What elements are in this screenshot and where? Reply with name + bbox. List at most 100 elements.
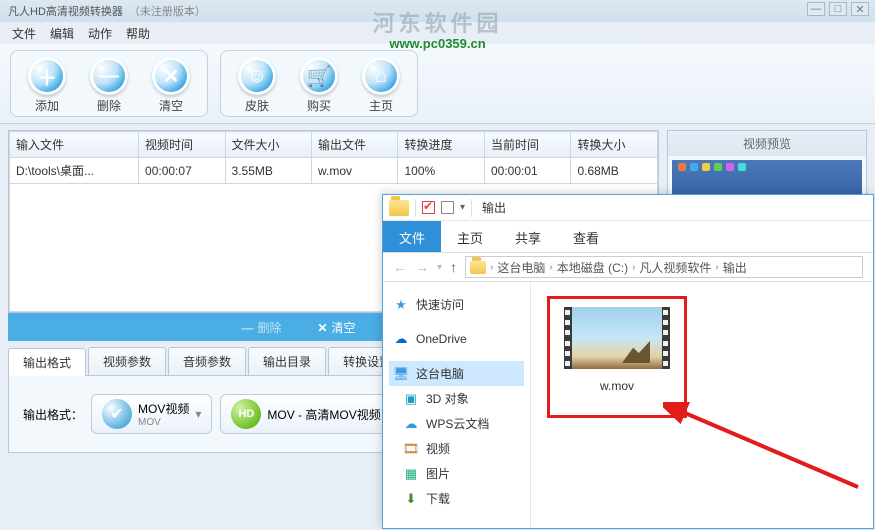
star-icon: ★ <box>393 297 409 313</box>
col-input[interactable]: 输入文件 <box>10 132 139 158</box>
sidebar-3d[interactable]: ▣3D 对象 <box>389 386 524 411</box>
ribbon-file[interactable]: 文件 <box>383 221 441 252</box>
cloud-icon: ☁ <box>403 416 419 432</box>
menu-file[interactable]: 文件 <box>6 23 42 44</box>
table-header: 输入文件 视频时间 文件大小 输出文件 转换进度 当前时间 转换大小 <box>10 132 658 158</box>
picture-icon: ▦ <box>403 466 419 482</box>
checkbox-red[interactable]: ✔ <box>422 201 435 214</box>
app-subtitle: （未注册版本） <box>129 3 206 19</box>
crumb-pc[interactable]: 这台电脑 <box>497 259 545 276</box>
maximize-button[interactable]: □ <box>829 2 847 16</box>
cart-icon: 🛒 <box>300 57 338 95</box>
clear-button[interactable]: ✕清空 <box>145 57 197 114</box>
file-name[interactable]: w.mov <box>550 379 684 393</box>
explorer-file-pane[interactable]: w.mov <box>531 282 873 528</box>
menu-help[interactable]: 帮助 <box>120 23 156 44</box>
crumb-disk[interactable]: 本地磁盘 (C:) <box>557 259 628 276</box>
monitor-icon: 🖥 <box>393 366 409 382</box>
explorer-title: 输出 <box>482 199 506 216</box>
sidebar-this-pc[interactable]: 🖥这台电脑 <box>389 361 524 386</box>
nav-forward-icon[interactable]: → <box>415 259 429 275</box>
tab-output-format[interactable]: 输出格式 <box>8 348 86 376</box>
sidebar-onedrive[interactable]: ☁OneDrive <box>389 327 524 351</box>
tab-output-dir[interactable]: 输出目录 <box>248 347 326 375</box>
folder-icon <box>470 261 486 274</box>
sidebar-pictures[interactable]: ▦图片 <box>389 461 524 486</box>
action-delete[interactable]: —删除 <box>241 319 281 336</box>
sidebar-downloads[interactable]: ⬇下载 <box>389 486 524 511</box>
col-convsize[interactable]: 转换大小 <box>571 132 658 158</box>
toolbar: ＋添加 —删除 ✕清空 ☺皮肤 🛒购买 ⌂主页 <box>0 44 875 124</box>
preview-title: 视频预览 <box>668 131 866 156</box>
cell-input: D:\tools\桌面... <box>10 158 139 184</box>
format-hd-box[interactable]: HD MOV - 高清MOV视频 <box>220 394 391 434</box>
delete-button[interactable]: —删除 <box>83 57 135 114</box>
cube-icon: ▣ <box>403 391 419 407</box>
hd-icon: HD <box>231 399 261 429</box>
app-title: 凡人HD高清视频转换器 <box>8 3 123 19</box>
plus-icon: ＋ <box>28 57 66 95</box>
col-output[interactable]: 输出文件 <box>312 132 398 158</box>
nav-back-icon[interactable]: ← <box>393 259 407 275</box>
format-hd-label: MOV - 高清MOV视频 <box>267 406 380 423</box>
cloud-icon: ☁ <box>393 331 409 347</box>
format-mov-box[interactable]: ✔ MOV视频 MOV ▾ <box>91 394 212 434</box>
ribbon-view[interactable]: 查看 <box>557 221 615 252</box>
film-icon: 🎞 <box>403 441 419 457</box>
mov-icon: ✔ <box>102 399 132 429</box>
cell-convsize: 0.68MB <box>571 158 658 184</box>
tab-audio-params[interactable]: 音频参数 <box>168 347 246 375</box>
menu-action[interactable]: 动作 <box>82 23 118 44</box>
tab-video-params[interactable]: 视频参数 <box>88 347 166 375</box>
cell-curtime: 00:00:01 <box>484 158 570 184</box>
cell-progress: 100% <box>398 158 484 184</box>
col-progress[interactable]: 转换进度 <box>398 132 484 158</box>
add-button[interactable]: ＋添加 <box>21 57 73 114</box>
explorer-ribbon: 文件 主页 共享 查看 <box>383 221 873 252</box>
crumb-out[interactable]: 输出 <box>723 259 747 276</box>
home-icon: ⌂ <box>362 57 400 95</box>
buy-button[interactable]: 🛒购买 <box>293 57 345 114</box>
chevron-down-icon[interactable]: ▾ <box>460 202 465 213</box>
minimize-button[interactable]: — <box>807 2 825 16</box>
cell-size: 3.55MB <box>225 158 311 184</box>
ribbon-share[interactable]: 共享 <box>499 221 557 252</box>
table-row[interactable]: D:\tools\桌面... 00:00:07 3.55MB w.mov 100… <box>10 158 658 184</box>
explorer-quickbar: ✔ ▾ 输出 <box>383 195 873 221</box>
action-clear[interactable]: ✕清空 <box>317 319 355 336</box>
explorer-pathbar: ← → ▾ ↑ › 这台电脑 › 本地磁盘 (C:) › 凡人视频软件 › 输出 <box>383 252 873 282</box>
menubar: 文件 编辑 动作 帮助 <box>0 22 875 44</box>
chevron-down-icon[interactable]: ▾ <box>437 262 442 273</box>
highlight-frame: w.mov <box>547 296 687 418</box>
cell-duration: 00:00:07 <box>139 158 225 184</box>
skin-button[interactable]: ☺皮肤 <box>231 57 283 114</box>
chevron-down-icon: ▾ <box>195 407 201 421</box>
home-button[interactable]: ⌂主页 <box>355 57 407 114</box>
checkbox-empty[interactable] <box>441 201 454 214</box>
format-mov-sub: MOV <box>138 417 189 428</box>
nav-up-icon[interactable]: ↑ <box>450 259 457 275</box>
x-icon: ✕ <box>152 57 190 95</box>
explorer-window: ✔ ▾ 输出 文件 主页 共享 查看 ← → ▾ ↑ › 这台电脑 › 本地磁盘… <box>382 194 874 529</box>
close-button[interactable]: ✕ <box>851 2 869 16</box>
explorer-sidebar: ★快速访问 ☁OneDrive 🖥这台电脑 ▣3D 对象 ☁WPS云文档 🎞视频… <box>383 282 531 528</box>
download-icon: ⬇ <box>403 491 419 507</box>
breadcrumb[interactable]: › 这台电脑 › 本地磁盘 (C:) › 凡人视频软件 › 输出 <box>465 256 863 278</box>
minus-icon: — <box>90 57 128 95</box>
video-thumbnail[interactable] <box>564 307 670 369</box>
ribbon-home[interactable]: 主页 <box>441 221 499 252</box>
col-size[interactable]: 文件大小 <box>225 132 311 158</box>
format-mov-label: MOV视频 <box>138 400 189 417</box>
crumb-soft[interactable]: 凡人视频软件 <box>639 259 711 276</box>
face-icon: ☺ <box>238 57 276 95</box>
col-curtime[interactable]: 当前时间 <box>484 132 570 158</box>
folder-icon[interactable] <box>389 200 409 216</box>
sidebar-wps[interactable]: ☁WPS云文档 <box>389 411 524 436</box>
col-duration[interactable]: 视频时间 <box>139 132 225 158</box>
cell-output: w.mov <box>312 158 398 184</box>
sidebar-quick-access[interactable]: ★快速访问 <box>389 292 524 317</box>
window-titlebar: 凡人HD高清视频转换器 （未注册版本） — □ ✕ <box>0 0 875 22</box>
menu-edit[interactable]: 编辑 <box>44 23 80 44</box>
sidebar-video[interactable]: 🎞视频 <box>389 436 524 461</box>
thumbnail-image <box>572 307 662 369</box>
